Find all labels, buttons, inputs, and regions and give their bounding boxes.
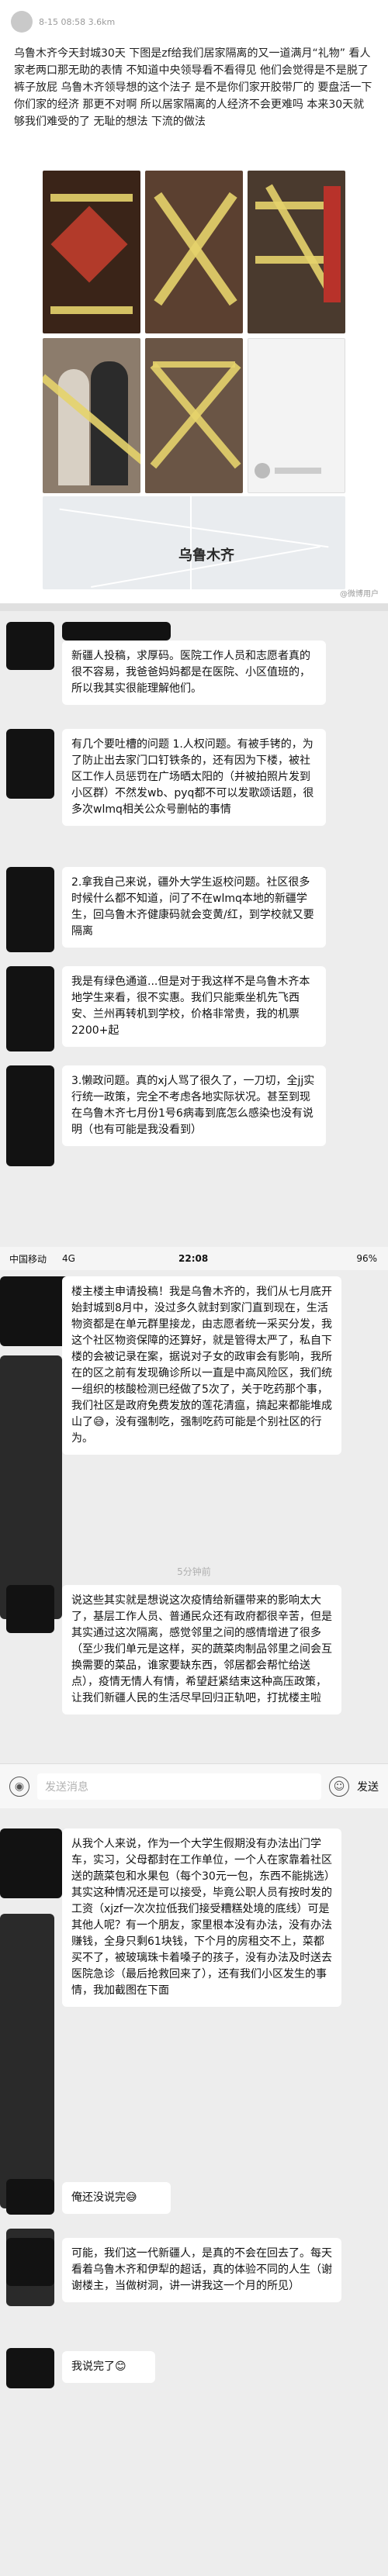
redacted-avatar bbox=[6, 729, 54, 799]
photo-screenshot[interactable] bbox=[248, 338, 345, 493]
redacted-block bbox=[62, 622, 171, 641]
message-input[interactable]: 发送消息 bbox=[37, 1773, 321, 1800]
weibo-post: 8-15 08:58 3.6km 乌鲁木齐今天封城30天 下图是zf给我们居家隔… bbox=[0, 0, 388, 603]
message-bubble: 从我个人来说，作为一个大学生假期没有办法出门学车，实习，父母都封在工作单位，一个… bbox=[62, 1828, 341, 2007]
photo-door-taped[interactable] bbox=[145, 338, 243, 493]
chat-screenshot-1: 新疆人投稿，求厚码。医院工作人员和志愿者真的很不容易，我爸爸妈妈都是在医院、小区… bbox=[0, 611, 388, 1247]
carrier-label: 中国移动 bbox=[9, 1253, 47, 1265]
redacted-avatar bbox=[6, 966, 54, 1051]
photo-door-red[interactable] bbox=[43, 171, 140, 333]
message-bubble: 我说完了😊 bbox=[62, 2351, 155, 2383]
redacted-avatar bbox=[0, 1828, 62, 1898]
input-bar: ◉ 发送消息 ☺ 发送 bbox=[0, 1763, 388, 1808]
status-bar: 中国移动 4G 22:08 96% bbox=[0, 1247, 388, 1270]
message-bubble: 说这些其实就是想说这次疫情给新疆带来的影响太大了，基层工作人员、普通民众还有政府… bbox=[62, 1585, 341, 1714]
photo-door-tape-x[interactable] bbox=[145, 171, 243, 333]
map-location-label: 乌鲁木齐 bbox=[178, 547, 234, 564]
redacted-avatar bbox=[6, 2238, 54, 2286]
emoji-icon[interactable]: ☺ bbox=[329, 1776, 349, 1797]
post-header: 8-15 08:58 3.6km bbox=[11, 6, 376, 37]
watermark: @微博用户 bbox=[340, 590, 379, 599]
send-button[interactable]: 发送 bbox=[357, 1779, 379, 1794]
post-meta: 8-15 08:58 3.6km bbox=[39, 16, 116, 27]
avatar[interactable] bbox=[11, 11, 33, 33]
chat-screenshot-2: 楼主楼主申请投稿！我是乌鲁木齐的，我们从七月底开始封城到8月中，没过多久就封到家… bbox=[0, 1270, 388, 2576]
message-bubble: 楼主楼主申请投稿！我是乌鲁木齐的，我们从七月底开始封城到8月中，没过多久就封到家… bbox=[62, 1276, 341, 1455]
section-divider bbox=[0, 603, 388, 611]
photo-couple[interactable] bbox=[43, 338, 140, 493]
redacted-avatar bbox=[6, 867, 54, 952]
message-bubble: 可能，我们这一代新疆人，是真的不会在回去了。每天看着乌鲁木齐和伊犁的超话，真的体… bbox=[62, 2238, 341, 2302]
redacted-avatar bbox=[0, 1276, 70, 1346]
message-bubble: 2.拿我自己来说，疆外大学生返校问题。社区很多时候什么都不知道，问了不在wlmq… bbox=[62, 867, 326, 948]
message-bubble: 3.懒政问题。真的xj人骂了很久了，一刀切，全jj实行统一政策，完全不考虑各地实… bbox=[62, 1065, 326, 1146]
redacted-avatar bbox=[6, 1585, 54, 1633]
message-bubble: 俺还没说完😅 bbox=[62, 2182, 171, 2214]
redacted-avatar bbox=[6, 622, 54, 670]
message-bubble: 有几个要吐槽的问题 1.人权问题。有被手铐的，为了防止出去家门口钉铁条的，还有因… bbox=[62, 729, 326, 826]
voice-icon[interactable]: ◉ bbox=[9, 1776, 29, 1797]
redacted-block bbox=[0, 1914, 54, 2208]
battery-level: 96% bbox=[356, 1253, 377, 1264]
location-map[interactable]: 乌鲁木齐 bbox=[43, 496, 345, 589]
redacted-block bbox=[0, 1355, 62, 1619]
network-label: 4G bbox=[62, 1253, 75, 1264]
message-timestamp: 5分钟前 bbox=[177, 1566, 211, 1577]
redacted-avatar bbox=[6, 1065, 54, 1166]
redacted-avatar bbox=[6, 2348, 54, 2388]
clock: 22:08 bbox=[178, 1253, 209, 1264]
redacted-avatar bbox=[6, 2179, 54, 2215]
message-bubble: 我是有绿色通道...但是对于我这样不是乌鲁木齐本地学生来看，很不实惠。我们只能乘… bbox=[62, 966, 326, 1047]
post-text: 乌鲁木齐今天封城30天 下图是zf给我们居家隔离的又一道满月“礼物” 看人家老两… bbox=[14, 47, 372, 128]
message-bubble: 新疆人投稿，求厚码。医院工作人员和志愿者真的很不容易，我爸爸妈妈都是在医院、小区… bbox=[62, 641, 326, 705]
photo-door-tape-grid[interactable] bbox=[248, 171, 345, 333]
